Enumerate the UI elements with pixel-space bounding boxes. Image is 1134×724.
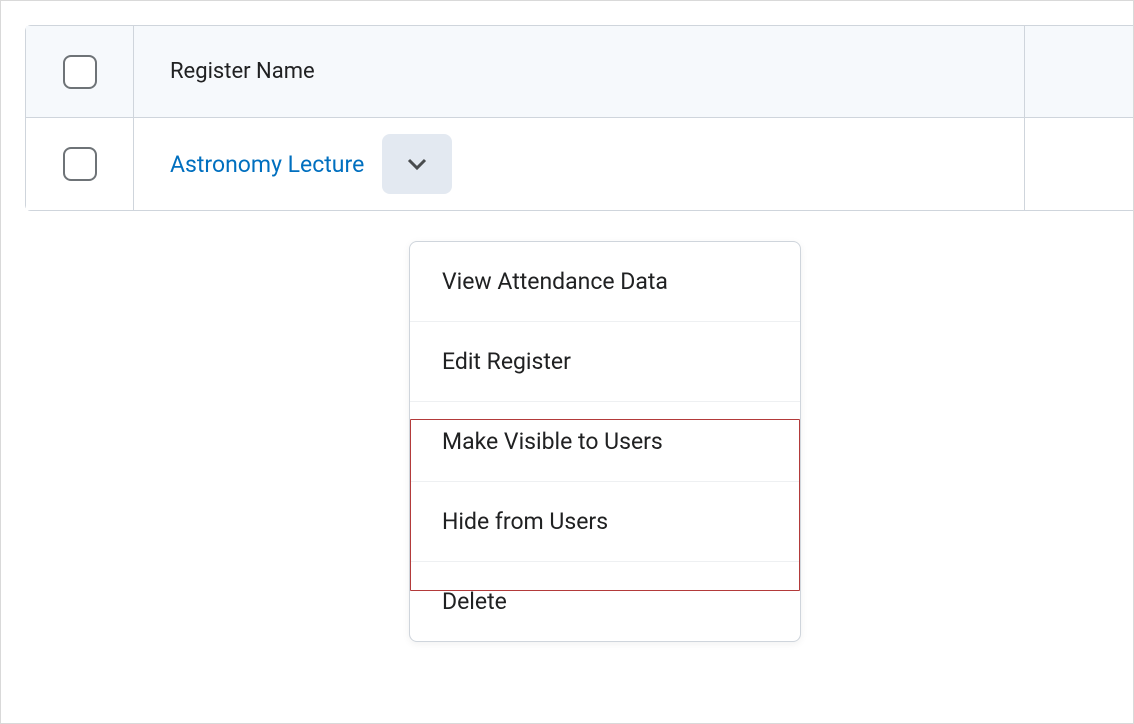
register-table: Register Name Astronomy Lecture <box>25 25 1133 211</box>
chevron-down-icon <box>405 152 429 176</box>
header-empty-cell <box>1025 26 1133 117</box>
select-all-cell <box>26 26 134 117</box>
menu-view-attendance[interactable]: View Attendance Data <box>410 242 800 322</box>
register-name-link[interactable]: Astronomy Lecture <box>170 151 364 178</box>
row-checkbox[interactable] <box>63 147 97 181</box>
row-name-cell: Astronomy Lecture <box>134 118 1025 210</box>
row-select-cell <box>26 118 134 210</box>
table-header-row: Register Name <box>26 26 1133 118</box>
header-name-label: Register Name <box>170 59 315 84</box>
row-actions-button[interactable] <box>382 134 452 194</box>
row-empty-cell <box>1025 118 1133 210</box>
table-row: Astronomy Lecture <box>26 118 1133 210</box>
menu-hide-from-users[interactable]: Hide from Users <box>410 482 800 562</box>
header-name-cell: Register Name <box>134 26 1025 117</box>
select-all-checkbox[interactable] <box>63 55 97 89</box>
menu-delete[interactable]: Delete <box>410 562 800 641</box>
actions-dropdown: View Attendance Data Edit Register Make … <box>409 241 801 642</box>
menu-make-visible[interactable]: Make Visible to Users <box>410 402 800 482</box>
menu-edit-register[interactable]: Edit Register <box>410 322 800 402</box>
